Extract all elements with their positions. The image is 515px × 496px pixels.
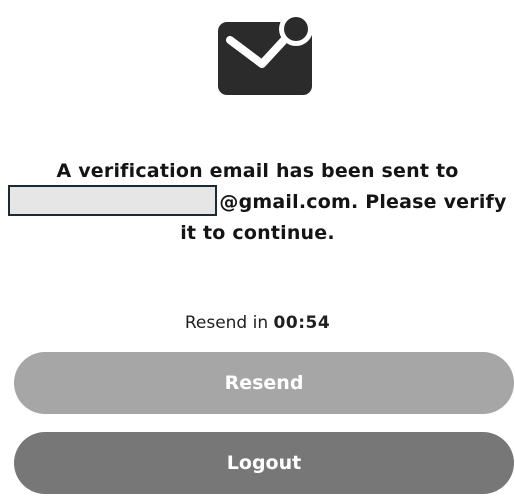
- message-line-3: it to continue.: [180, 222, 335, 244]
- message-line-2: @gmail.com. Please verify: [0, 185, 515, 218]
- mail-notification-icon: [216, 8, 316, 98]
- redacted-email-field: [8, 185, 218, 216]
- resend-countdown-time: 00:54: [273, 313, 331, 333]
- mail-icon: [218, 12, 313, 95]
- email-domain-text: @gmail.com. Please verify: [219, 191, 507, 213]
- resend-button[interactable]: Resend: [14, 352, 514, 414]
- notification-dot: [284, 17, 308, 41]
- logout-button[interactable]: Logout: [14, 432, 514, 494]
- resend-countdown-prefix: Resend in: [184, 313, 274, 333]
- message-line-1: A verification email has been sent to: [56, 160, 459, 182]
- resend-countdown: Resend in 00:54: [0, 309, 515, 337]
- verification-message: A verification email has been sent to @g…: [0, 156, 515, 249]
